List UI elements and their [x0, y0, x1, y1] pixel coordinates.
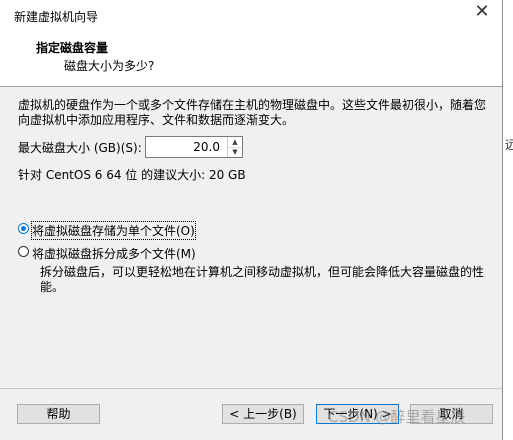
close-icon[interactable]: ✕ [474, 3, 490, 21]
footer-divider [0, 388, 502, 389]
page-subtitle: 磁盘大小为多少? [64, 59, 155, 73]
stepper-down-icon[interactable]: ▼ [228, 147, 242, 157]
new-vm-wizard-dialog: 新建虚拟机向导 ✕ 指定磁盘容量 磁盘大小为多少? 虚拟机的硬盘作为一个或多个文… [0, 0, 503, 440]
title-bar: 新建虚拟机向导 ✕ [0, 0, 502, 30]
disk-description: 虚拟机的硬盘作为一个或多个文件存储在主机的物理磁盘中。这些文件最初很小，随着您向… [18, 98, 487, 127]
watermark: CSDN @醉里看星辰 [328, 408, 466, 426]
background-window-text: 远 [505, 138, 513, 152]
split-note: 拆分磁盘后，可以更轻松地在计算机之间移动虚拟机，但可能会降低大容量磁盘的性能。 [40, 265, 485, 294]
split-files-label[interactable]: 将虚拟磁盘拆分成多个文件(M) [32, 245, 196, 262]
disk-size-label: 最大磁盘大小 (GB)(S): [18, 141, 142, 155]
wizard-header: 指定磁盘容量 磁盘大小为多少? [0, 30, 502, 87]
help-button[interactable]: 帮助 [17, 404, 100, 424]
page-title: 指定磁盘容量 [36, 41, 109, 55]
single-file-radio[interactable] [18, 223, 29, 234]
background-window-edge [503, 0, 513, 440]
split-files-radio[interactable] [18, 246, 29, 257]
back-button[interactable]: < 上一步(B) [222, 404, 304, 424]
disk-size-input[interactable] [146, 137, 224, 157]
single-file-label[interactable]: 将虚拟磁盘存储为单个文件(O) [31, 221, 196, 240]
recommended-size-text: 针对 CentOS 6 64 位 的建议大小: 20 GB [18, 168, 246, 182]
window-title: 新建虚拟机向导 [14, 10, 99, 24]
disk-size-stepper[interactable]: ▲ ▼ [145, 136, 243, 158]
